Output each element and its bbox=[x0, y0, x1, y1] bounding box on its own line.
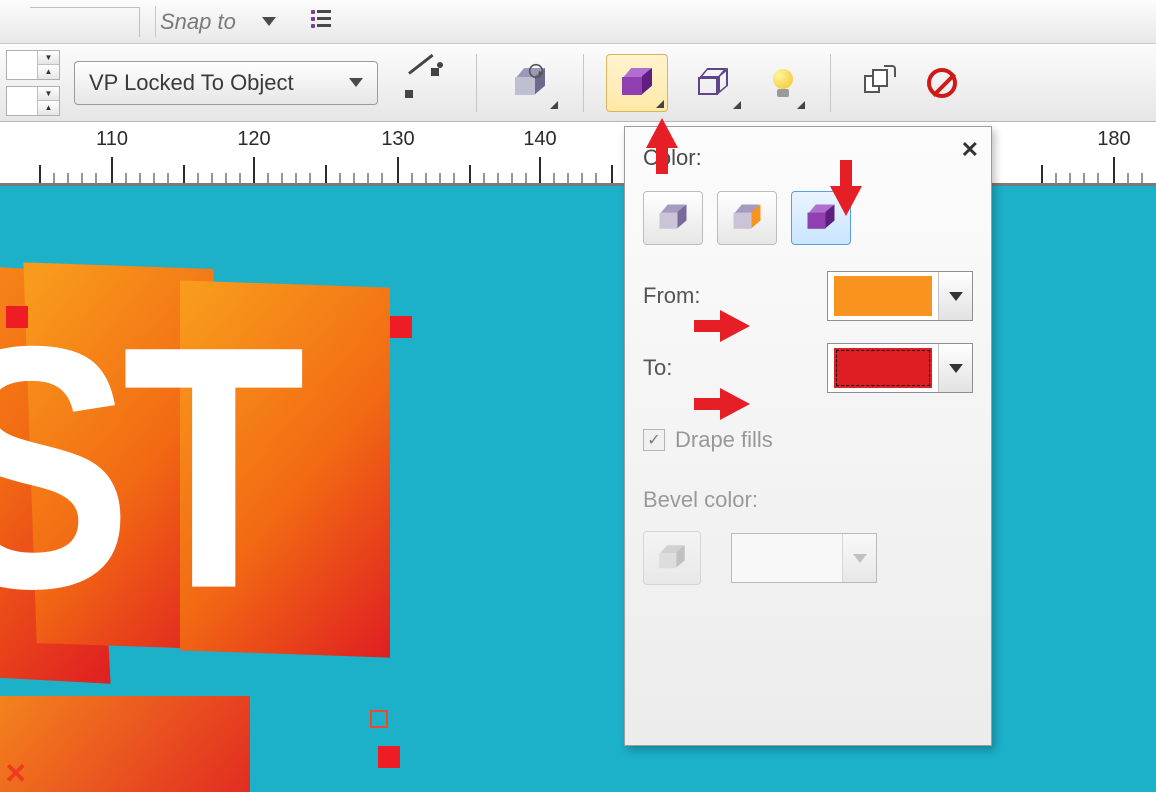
rotate-icon bbox=[529, 63, 543, 77]
options-icon[interactable] bbox=[306, 10, 336, 34]
checkbox-icon: ✓ bbox=[643, 429, 665, 451]
clear-extrude-button[interactable] bbox=[917, 54, 967, 112]
use-object-fill-button[interactable] bbox=[643, 191, 703, 245]
copy-extrude-button[interactable] bbox=[853, 54, 903, 112]
annotation-arrow-up-icon bbox=[646, 118, 678, 148]
selection-handle[interactable] bbox=[378, 746, 400, 768]
chevron-down-icon bbox=[842, 534, 876, 582]
extrude-toolbar: ▼▲ ▼▲ VP Locked To Object bbox=[0, 44, 1156, 122]
drape-fills-label: Drape fills bbox=[675, 427, 773, 453]
annotation-arrow-right-icon bbox=[720, 310, 750, 342]
spinner-1[interactable]: ▼▲ bbox=[6, 50, 60, 80]
drape-fills-checkbox[interactable]: ✓ Drape fills bbox=[643, 427, 973, 453]
lightbulb-icon bbox=[772, 69, 794, 97]
ruler-tick: 110 bbox=[96, 128, 128, 151]
vp-line-icon bbox=[405, 68, 441, 98]
extruded-text-object[interactable]: ST bbox=[0, 266, 480, 792]
selection-center-handle[interactable] bbox=[370, 710, 388, 728]
extrude-lighting-button[interactable] bbox=[758, 54, 808, 112]
bevel-mode-button bbox=[643, 531, 701, 585]
to-color-label: To: bbox=[643, 355, 672, 381]
from-color-label: From: bbox=[643, 283, 700, 309]
bevel-color-swatch bbox=[738, 538, 836, 578]
extrude-color-flyout: ✕ Color: From: To: ✓ Drape fills Bevel c… bbox=[624, 126, 992, 746]
flyout-title: Color: bbox=[643, 145, 973, 171]
chevron-down-icon bbox=[938, 344, 972, 392]
annotation-arrow-right-icon bbox=[720, 388, 750, 420]
toolbar-top: Snap to bbox=[0, 0, 1156, 44]
vp-dropdown-label: VP Locked To Object bbox=[89, 70, 294, 96]
snap-to-dropdown[interactable]: Snap to bbox=[160, 9, 276, 35]
cube-wire-icon bbox=[698, 68, 728, 98]
clear-icon bbox=[927, 68, 957, 98]
chevron-down-icon bbox=[262, 17, 276, 26]
selection-origin-icon[interactable]: ✕ bbox=[4, 757, 27, 790]
extrude-bevel-button[interactable] bbox=[682, 54, 744, 112]
chevron-down-icon bbox=[938, 272, 972, 320]
ruler-tick: 120 bbox=[237, 128, 270, 151]
snap-to-label: Snap to bbox=[160, 9, 236, 35]
to-color-swatch bbox=[834, 348, 932, 388]
selection-handle[interactable] bbox=[390, 316, 412, 338]
close-button[interactable]: ✕ bbox=[961, 137, 979, 163]
extrude-rotation-button[interactable] bbox=[499, 54, 561, 112]
from-color-swatch bbox=[834, 276, 932, 316]
annotation-arrow-down-icon bbox=[830, 186, 862, 216]
cube-solid-icon bbox=[622, 68, 652, 98]
selection-handle[interactable] bbox=[6, 306, 28, 328]
spinner-2[interactable]: ▼▲ bbox=[6, 86, 60, 116]
bevel-color-label: Bevel color: bbox=[643, 487, 973, 513]
from-color-picker[interactable] bbox=[827, 271, 973, 321]
ruler-tick: 130 bbox=[381, 128, 414, 151]
use-solid-color-button[interactable] bbox=[717, 191, 777, 245]
bevel-color-picker bbox=[731, 533, 877, 583]
to-color-picker[interactable] bbox=[827, 343, 973, 393]
chevron-down-icon bbox=[349, 78, 363, 87]
ruler-tick: 140 bbox=[523, 128, 556, 151]
artwork-text: ST bbox=[0, 268, 295, 666]
vanishing-point-dropdown[interactable]: VP Locked To Object bbox=[74, 61, 378, 105]
page-vp-button[interactable] bbox=[392, 54, 454, 112]
extrude-color-button[interactable] bbox=[606, 54, 668, 112]
ruler-tick: 180 bbox=[1097, 128, 1130, 151]
copy-icon bbox=[864, 69, 892, 97]
